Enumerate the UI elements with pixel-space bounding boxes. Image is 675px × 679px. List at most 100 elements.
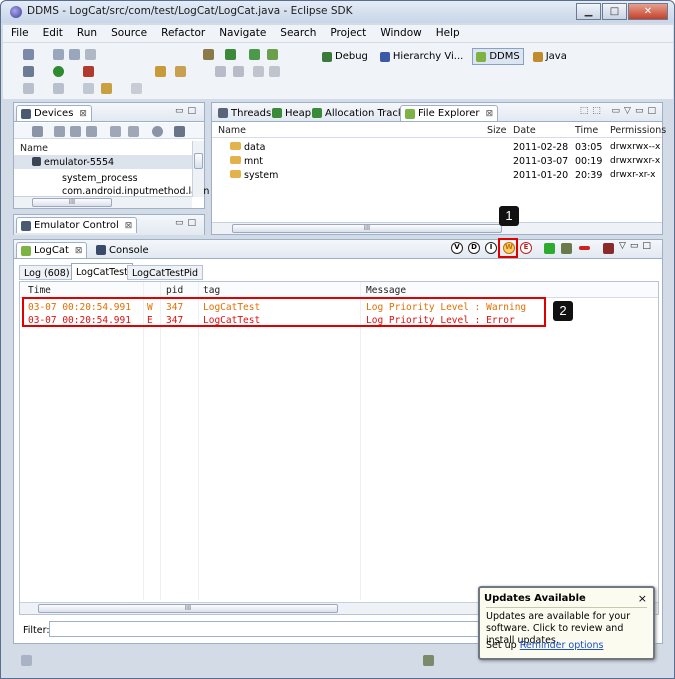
reminder-options-link[interactable]: Reminder options	[520, 640, 604, 651]
maximize-button[interactable]: □	[602, 3, 627, 20]
col-tag[interactable]: tag	[203, 285, 220, 296]
scroll-thumb[interactable]: III	[32, 198, 112, 207]
debug-process-icon[interactable]	[32, 126, 43, 137]
next-annotation-icon[interactable]	[23, 83, 34, 94]
debug-icon[interactable]	[23, 66, 34, 77]
menu-edit[interactable]: Edit	[35, 25, 69, 42]
delete-filter-icon[interactable]	[579, 246, 590, 250]
android-sdk-icon[interactable]	[203, 49, 214, 60]
devices-vscroll[interactable]	[192, 141, 204, 197]
update-status-icon[interactable]	[423, 655, 434, 666]
col-time[interactable]: Time	[28, 285, 51, 296]
col-time[interactable]: Time	[575, 125, 598, 136]
scroll-thumb[interactable]: III	[232, 224, 502, 233]
save-icon[interactable]	[53, 49, 64, 60]
edit-filter-icon[interactable]	[561, 243, 572, 254]
update-threads-icon[interactable]	[110, 126, 121, 137]
save-all-icon[interactable]	[69, 49, 80, 60]
close-icon[interactable]: ⊠	[79, 109, 87, 119]
col-pid[interactable]: pid	[166, 285, 183, 296]
perspective-java[interactable]: Java	[530, 49, 570, 64]
forward-icon[interactable]	[131, 83, 142, 94]
scroll-thumb[interactable]	[194, 153, 203, 169]
prev-annotation-icon[interactable]	[53, 83, 64, 94]
show-whitespace-icon[interactable]	[269, 66, 280, 77]
col-message[interactable]: Message	[366, 285, 406, 296]
search-icon[interactable]	[175, 66, 186, 77]
debug-filter-icon[interactable]: D	[468, 242, 480, 254]
scroll-thumb[interactable]: III	[38, 604, 338, 613]
col-permissions[interactable]: Permissions	[610, 125, 666, 136]
error-filter-icon[interactable]: E	[520, 242, 532, 254]
subtab-log[interactable]: Log (608)	[19, 265, 75, 280]
minimize-button[interactable]: ▁	[576, 3, 601, 20]
menu-search[interactable]: Search	[272, 25, 322, 42]
annotation-icon[interactable]	[233, 66, 244, 77]
file-row-name[interactable]: mnt	[230, 156, 263, 167]
menu-window[interactable]: Window	[372, 25, 427, 42]
stop-process-icon[interactable]	[152, 126, 163, 137]
subtab-logcattest[interactable]: LogCatTest	[71, 263, 133, 280]
start-method-profiling-icon[interactable]	[128, 126, 139, 137]
menu-source[interactable]: Source	[103, 25, 153, 42]
file-date: 2011-02-28	[513, 142, 569, 153]
panel-minmax-icon[interactable]: ▭□	[175, 218, 200, 228]
menu-run[interactable]: Run	[69, 25, 103, 42]
col-size[interactable]: Size	[487, 125, 507, 136]
new-icon[interactable]	[23, 49, 34, 60]
close-button[interactable]: ✕	[628, 3, 668, 20]
block-selection-icon[interactable]	[253, 66, 264, 77]
dump-hprof-icon[interactable]	[70, 126, 81, 137]
menu-file[interactable]: File	[3, 25, 35, 42]
menu-navigate[interactable]: Navigate	[211, 25, 272, 42]
close-icon[interactable]: ⊠	[486, 109, 494, 119]
perspective-ddms[interactable]: DDMS	[472, 48, 524, 65]
tab-file-explorer[interactable]: File Explorer ⊠	[400, 105, 499, 121]
clear-log-icon[interactable]	[603, 243, 614, 254]
print-icon[interactable]	[85, 49, 96, 60]
menu-refactor[interactable]: Refactor	[153, 25, 211, 42]
panel-toolbar-icons[interactable]: ⬚⬚ ▭▽▭□	[580, 106, 660, 116]
close-icon[interactable]: ×	[638, 592, 647, 605]
verbose-filter-icon[interactable]: V	[451, 242, 463, 254]
close-icon[interactable]: ⊠	[75, 246, 83, 256]
devices-hscroll[interactable]: III	[14, 196, 192, 208]
tab-devices[interactable]: Devices ⊠	[16, 105, 92, 121]
new-android-xml-icon[interactable]	[249, 49, 260, 60]
perspective-hierarchy[interactable]: Hierarchy Vi...	[377, 49, 466, 64]
info-filter-icon[interactable]: I	[485, 242, 497, 254]
new-android-project-icon[interactable]	[225, 49, 236, 60]
add-filter-icon[interactable]	[544, 243, 555, 254]
tab-threads[interactable]: Threads	[214, 105, 275, 121]
perspective-debug[interactable]: Debug	[319, 49, 371, 64]
update-heap-icon[interactable]	[54, 126, 65, 137]
external-tools-icon[interactable]	[83, 66, 94, 77]
file-hscroll[interactable]: III	[212, 222, 662, 234]
android-lint-icon[interactable]	[267, 49, 278, 60]
process-item[interactable]: system_process	[62, 173, 138, 184]
tab-emulator-control[interactable]: Emulator Control ⊠	[16, 217, 138, 233]
updates-popup[interactable]: Updates Available × Updates are availabl…	[478, 586, 655, 660]
close-icon[interactable]: ⊠	[125, 221, 133, 231]
tab-console[interactable]: Console	[92, 242, 153, 258]
cause-gc-icon[interactable]	[86, 126, 97, 137]
col-date[interactable]: Date	[513, 125, 536, 136]
run-icon[interactable]	[53, 66, 64, 77]
tab-logcat[interactable]: LogCat ⊠	[16, 242, 88, 258]
menu-help[interactable]: Help	[428, 25, 466, 42]
screen-capture-icon[interactable]	[174, 126, 185, 137]
panel-minmax-icon[interactable]: ▭□	[175, 106, 200, 116]
col-name[interactable]: Name	[218, 125, 246, 136]
open-type-icon[interactable]	[155, 66, 166, 77]
pin-icon[interactable]	[215, 66, 226, 77]
last-edit-icon[interactable]	[83, 83, 94, 94]
back-icon[interactable]	[101, 83, 112, 94]
menu-project[interactable]: Project	[322, 25, 372, 42]
fast-view-icon[interactable]	[21, 655, 32, 666]
file-row-name[interactable]: system	[230, 170, 278, 181]
panel-minmax-icon[interactable]: ▽▭□	[619, 241, 655, 251]
file-row-name[interactable]: data	[230, 142, 265, 153]
device-item[interactable]: emulator-5554	[32, 157, 114, 168]
filter-input[interactable]	[49, 621, 479, 637]
subtab-logcattestpid[interactable]: LogCatTestPid	[127, 265, 204, 280]
